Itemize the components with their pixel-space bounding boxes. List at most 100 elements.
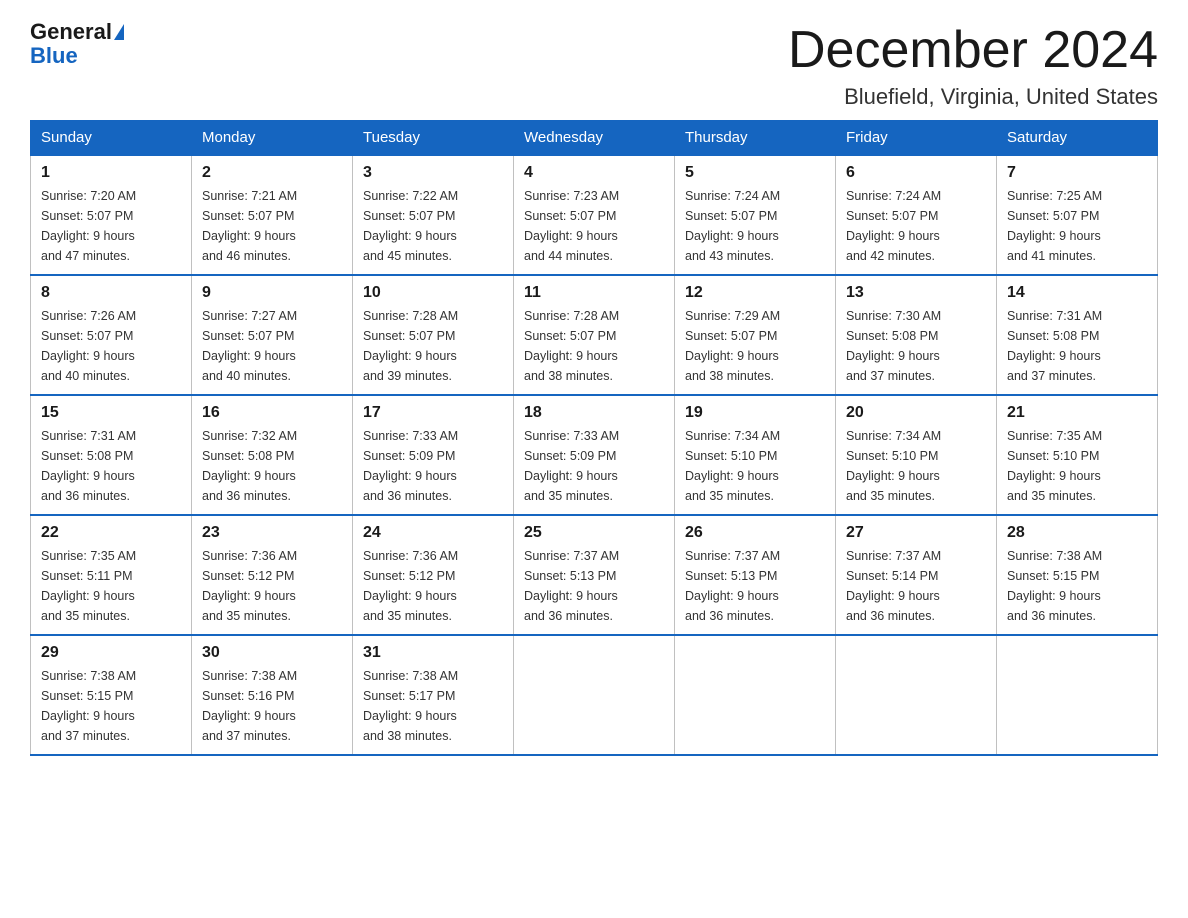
- day-info: Sunrise: 7:29 AMSunset: 5:07 PMDaylight:…: [685, 306, 825, 386]
- empty-cell: [836, 635, 997, 755]
- day-cell-8: 8 Sunrise: 7:26 AMSunset: 5:07 PMDaylight…: [31, 275, 192, 395]
- col-header-thursday: Thursday: [675, 121, 836, 156]
- col-header-saturday: Saturday: [997, 121, 1158, 156]
- logo-general-text: General: [30, 20, 112, 44]
- day-info: Sunrise: 7:30 AMSunset: 5:08 PMDaylight:…: [846, 306, 986, 386]
- day-number: 23: [202, 524, 342, 542]
- col-header-monday: Monday: [192, 121, 353, 156]
- day-info: Sunrise: 7:33 AMSunset: 5:09 PMDaylight:…: [524, 426, 664, 506]
- day-cell-24: 24Sunrise: 7:36 AMSunset: 5:12 PMDayligh…: [353, 515, 514, 635]
- day-cell-26: 26 Sunrise: 7:37 AMSunset: 5:13 PMDayligh…: [675, 515, 836, 635]
- day-cell-2: 2Sunrise: 7:21 AMSunset: 5:07 PMDaylight…: [192, 155, 353, 275]
- day-cell-31: 31 Sunrise: 7:38 AMSunset: 5:17 PMDayligh…: [353, 635, 514, 755]
- day-number: 7: [1007, 164, 1147, 182]
- day-cell-21: 21 Sunrise: 7:35 AMSunset: 5:10 PMDayligh…: [997, 395, 1158, 515]
- day-number: 25: [524, 524, 664, 542]
- day-info: Sunrise: 7:33 AMSunset: 5:09 PMDaylight:…: [363, 426, 503, 506]
- day-number: 11: [524, 284, 664, 302]
- col-header-wednesday: Wednesday: [514, 121, 675, 156]
- day-info: Sunrise: 7:37 AMSunset: 5:14 PMDaylight:…: [846, 546, 986, 626]
- day-info: Sunrise: 7:24 AMSunset: 5:07 PMDaylight:…: [685, 186, 825, 266]
- day-info: Sunrise: 7:20 AMSunset: 5:07 PMDaylight:…: [41, 186, 181, 266]
- col-header-sunday: Sunday: [31, 121, 192, 156]
- week-row-2: 8 Sunrise: 7:26 AMSunset: 5:07 PMDaylight…: [31, 275, 1158, 395]
- day-number: 3: [363, 164, 503, 182]
- day-number: 8: [41, 284, 181, 302]
- week-row-5: 29 Sunrise: 7:38 AMSunset: 5:15 PMDayligh…: [31, 635, 1158, 755]
- day-info: Sunrise: 7:34 AMSunset: 5:10 PMDaylight:…: [846, 426, 986, 506]
- day-info: Sunrise: 7:23 AMSunset: 5:07 PMDaylight:…: [524, 186, 664, 266]
- day-info: Sunrise: 7:36 AMSunset: 5:12 PMDaylight:…: [202, 546, 342, 626]
- day-number: 14: [1007, 284, 1147, 302]
- day-cell-30: 30 Sunrise: 7:38 AMSunset: 5:16 PMDayligh…: [192, 635, 353, 755]
- day-number: 9: [202, 284, 342, 302]
- day-cell-16: 16 Sunrise: 7:32 AMSunset: 5:08 PMDayligh…: [192, 395, 353, 515]
- day-info: Sunrise: 7:38 AMSunset: 5:16 PMDaylight:…: [202, 666, 342, 746]
- day-info: Sunrise: 7:28 AMSunset: 5:07 PMDaylight:…: [363, 306, 503, 386]
- week-row-3: 15Sunrise: 7:31 AMSunset: 5:08 PMDayligh…: [31, 395, 1158, 515]
- day-number: 17: [363, 404, 503, 422]
- day-cell-15: 15Sunrise: 7:31 AMSunset: 5:08 PMDayligh…: [31, 395, 192, 515]
- day-info: Sunrise: 7:37 AMSunset: 5:13 PMDaylight:…: [524, 546, 664, 626]
- col-header-friday: Friday: [836, 121, 997, 156]
- day-info: Sunrise: 7:32 AMSunset: 5:08 PMDaylight:…: [202, 426, 342, 506]
- day-info: Sunrise: 7:22 AMSunset: 5:07 PMDaylight:…: [363, 186, 503, 266]
- week-row-4: 22 Sunrise: 7:35 AMSunset: 5:11 PMDayligh…: [31, 515, 1158, 635]
- empty-cell: [675, 635, 836, 755]
- day-info: Sunrise: 7:38 AMSunset: 5:15 PMDaylight:…: [1007, 546, 1147, 626]
- logo-blue-text: Blue: [30, 44, 124, 68]
- page-header: General Blue December 2024 Bluefield, Vi…: [30, 20, 1158, 110]
- day-number: 19: [685, 404, 825, 422]
- day-number: 31: [363, 644, 503, 662]
- day-cell-20: 20 Sunrise: 7:34 AMSunset: 5:10 PMDayligh…: [836, 395, 997, 515]
- day-number: 27: [846, 524, 986, 542]
- day-number: 5: [685, 164, 825, 182]
- week-row-1: 1 Sunrise: 7:20 AMSunset: 5:07 PMDaylight…: [31, 155, 1158, 275]
- header-row: SundayMondayTuesdayWednesdayThursdayFrid…: [31, 121, 1158, 156]
- day-number: 6: [846, 164, 986, 182]
- empty-cell: [997, 635, 1158, 755]
- day-cell-6: 6Sunrise: 7:24 AMSunset: 5:07 PMDaylight…: [836, 155, 997, 275]
- day-number: 22: [41, 524, 181, 542]
- day-cell-1: 1 Sunrise: 7:20 AMSunset: 5:07 PMDaylight…: [31, 155, 192, 275]
- calendar-table: SundayMondayTuesdayWednesdayThursdayFrid…: [30, 120, 1158, 756]
- day-cell-18: 18 Sunrise: 7:33 AMSunset: 5:09 PMDayligh…: [514, 395, 675, 515]
- day-info: Sunrise: 7:36 AMSunset: 5:12 PMDaylight:…: [363, 546, 503, 626]
- day-info: Sunrise: 7:34 AMSunset: 5:10 PMDaylight:…: [685, 426, 825, 506]
- day-number: 12: [685, 284, 825, 302]
- day-info: Sunrise: 7:27 AMSunset: 5:07 PMDaylight:…: [202, 306, 342, 386]
- day-cell-11: 11 Sunrise: 7:28 AMSunset: 5:07 PMDayligh…: [514, 275, 675, 395]
- day-number: 28: [1007, 524, 1147, 542]
- day-cell-28: 28 Sunrise: 7:38 AMSunset: 5:15 PMDayligh…: [997, 515, 1158, 635]
- day-cell-5: 5 Sunrise: 7:24 AMSunset: 5:07 PMDaylight…: [675, 155, 836, 275]
- day-info: Sunrise: 7:35 AMSunset: 5:11 PMDaylight:…: [41, 546, 181, 626]
- day-cell-3: 3 Sunrise: 7:22 AMSunset: 5:07 PMDaylight…: [353, 155, 514, 275]
- day-number: 18: [524, 404, 664, 422]
- day-number: 20: [846, 404, 986, 422]
- day-number: 21: [1007, 404, 1147, 422]
- day-number: 15: [41, 404, 181, 422]
- day-cell-29: 29 Sunrise: 7:38 AMSunset: 5:15 PMDayligh…: [31, 635, 192, 755]
- logo-triangle-icon: [114, 24, 124, 40]
- calendar-header: SundayMondayTuesdayWednesdayThursdayFrid…: [31, 121, 1158, 156]
- day-number: 10: [363, 284, 503, 302]
- day-info: Sunrise: 7:35 AMSunset: 5:10 PMDaylight:…: [1007, 426, 1147, 506]
- day-cell-19: 19 Sunrise: 7:34 AMSunset: 5:10 PMDayligh…: [675, 395, 836, 515]
- day-cell-14: 14Sunrise: 7:31 AMSunset: 5:08 PMDayligh…: [997, 275, 1158, 395]
- day-number: 29: [41, 644, 181, 662]
- day-number: 1: [41, 164, 181, 182]
- empty-cell: [514, 635, 675, 755]
- day-info: Sunrise: 7:37 AMSunset: 5:13 PMDaylight:…: [685, 546, 825, 626]
- day-info: Sunrise: 7:26 AMSunset: 5:07 PMDaylight:…: [41, 306, 181, 386]
- day-info: Sunrise: 7:28 AMSunset: 5:07 PMDaylight:…: [524, 306, 664, 386]
- day-number: 30: [202, 644, 342, 662]
- day-cell-10: 10 Sunrise: 7:28 AMSunset: 5:07 PMDayligh…: [353, 275, 514, 395]
- day-number: 26: [685, 524, 825, 542]
- day-info: Sunrise: 7:38 AMSunset: 5:15 PMDaylight:…: [41, 666, 181, 746]
- day-cell-9: 9 Sunrise: 7:27 AMSunset: 5:07 PMDaylight…: [192, 275, 353, 395]
- day-number: 4: [524, 164, 664, 182]
- day-number: 16: [202, 404, 342, 422]
- logo: General Blue: [30, 20, 124, 68]
- day-info: Sunrise: 7:38 AMSunset: 5:17 PMDaylight:…: [363, 666, 503, 746]
- day-cell-23: 23 Sunrise: 7:36 AMSunset: 5:12 PMDayligh…: [192, 515, 353, 635]
